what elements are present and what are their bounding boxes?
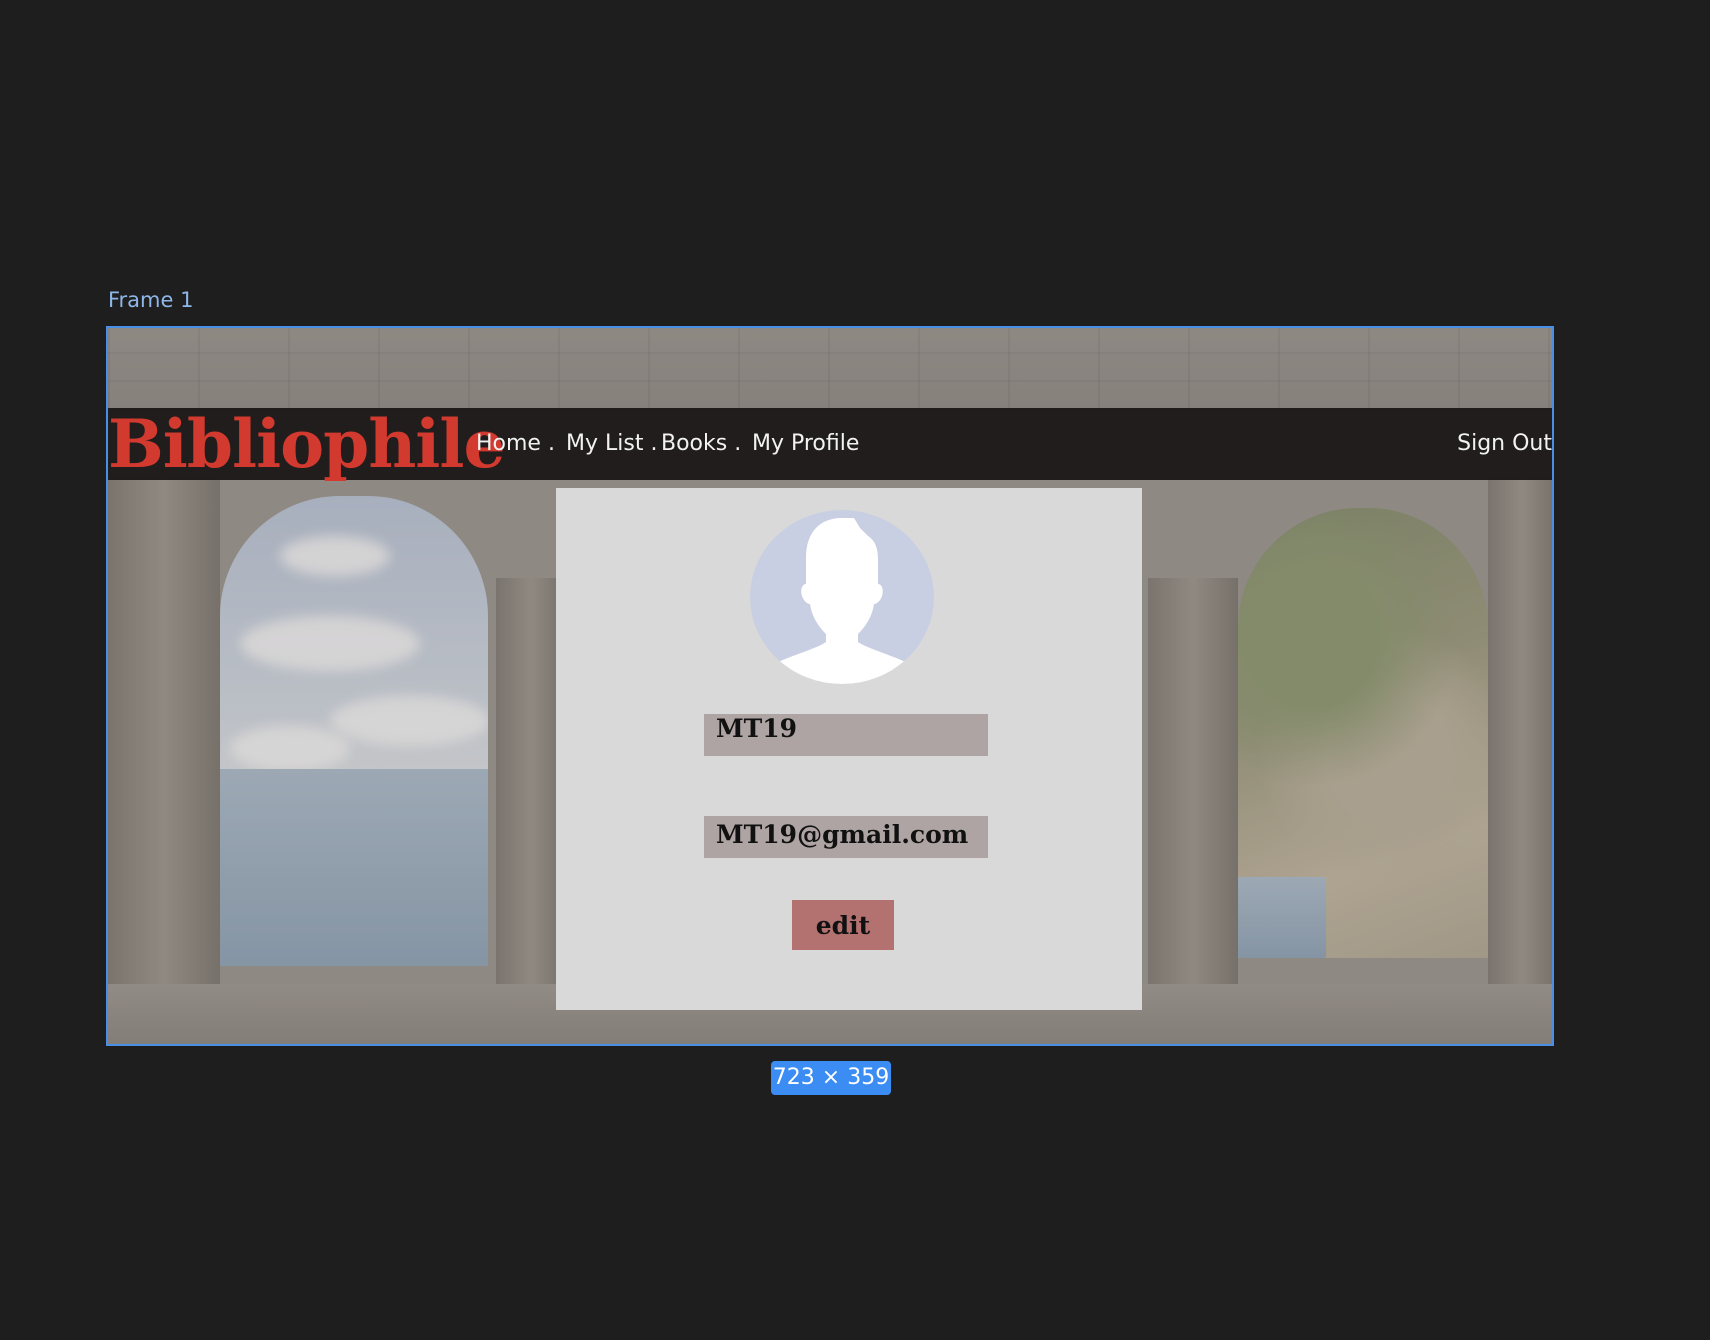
- profile-card: MT19 MT19@gmail.com edit: [556, 488, 1142, 1010]
- frame-size-badge: 723 × 359: [771, 1061, 891, 1095]
- nav-home[interactable]: Home .: [476, 408, 555, 480]
- user-silhouette-icon: [750, 510, 934, 684]
- nav-books[interactable]: Books .: [661, 408, 741, 480]
- email-field[interactable]: MT19@gmail.com: [704, 816, 988, 858]
- site-logo[interactable]: Bibliophile: [108, 408, 505, 480]
- design-frame[interactable]: Bibliophile Home . My List . Books . My …: [106, 326, 1554, 1046]
- nav-my-profile[interactable]: My Profile: [752, 408, 859, 480]
- top-navbar: Bibliophile Home . My List . Books . My …: [108, 408, 1552, 480]
- sign-out-link[interactable]: Sign Out: [1457, 408, 1552, 480]
- edit-button[interactable]: edit: [792, 900, 894, 950]
- nav-my-list[interactable]: My List .: [566, 408, 657, 480]
- frame-label[interactable]: Frame 1: [108, 288, 193, 312]
- username-field[interactable]: MT19: [704, 714, 988, 756]
